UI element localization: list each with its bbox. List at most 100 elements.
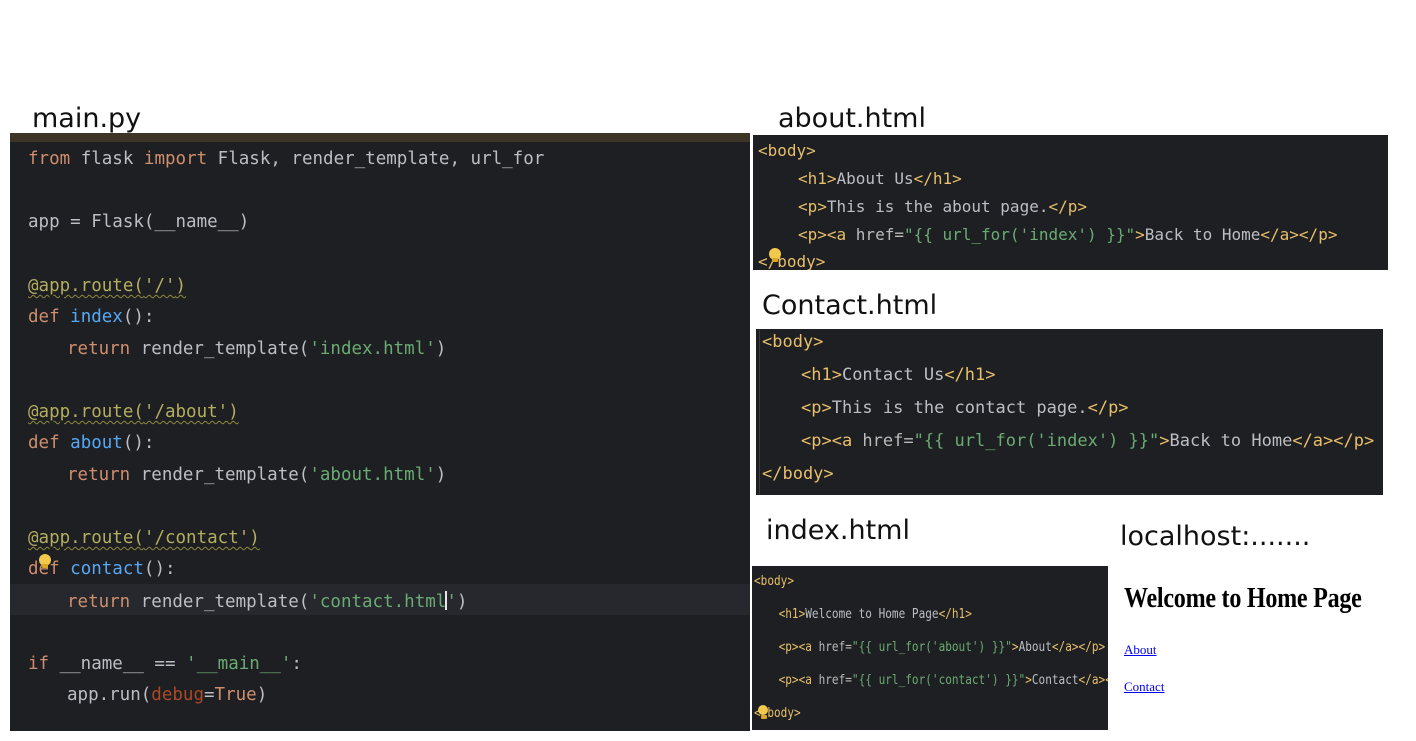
text: About [1018,639,1052,655]
tag: <p><a [801,431,863,451]
code-text: (): [143,559,176,579]
decorator: @app.route( [28,276,144,296]
decorator: @app.route( [28,402,144,422]
about-line-2: <h1>About Us</h1> [798,169,962,189]
gutter-line [759,329,760,495]
tag: </a></p> [1260,225,1338,244]
tag: </a></p> [1078,672,1108,688]
text: Back to Home [1144,225,1261,244]
code-text: render_template( [130,592,310,612]
tag: > [1025,672,1032,688]
string-literal: 'about.html' [309,465,436,485]
string-literal: '/about' [143,402,229,422]
main-py-editor[interactable]: from flask import Flask, render_template… [10,133,750,731]
about-line-3: <p>This is the about page.</p> [798,197,1087,217]
code-text: : [291,654,302,674]
contact-html-editor[interactable]: <body> <h1>Contact Us</h1> <p>This is th… [756,329,1383,495]
text: This is the contact page. [831,398,1088,418]
index-line-4: <p><a href="{{ url_for('contact') }}">Co… [779,671,1108,689]
code-text: ) [435,465,447,485]
tag: </a></p> [1051,639,1106,655]
code-text: app.run( [67,685,152,705]
tag: <p> [801,398,832,418]
tag: </h1> [913,169,962,188]
code-text: ) [456,592,468,612]
contact-line-5: </body> [762,463,834,485]
attribute-value: "{{ url_for('index') }}" [903,225,1136,244]
lightbulb-icon[interactable] [769,248,781,262]
tag: <h1> [778,606,806,622]
index-html-editor[interactable]: <body> <h1>Welcome to Home Page</h1> <p>… [752,566,1108,730]
string-literal: 'contact.html [309,592,447,612]
tag: </p> [1087,398,1129,418]
tag: <p> [798,197,827,216]
keyword-if: if [28,654,50,674]
code-line-13: @app.route('/contact') [28,528,260,548]
code-text: (): [122,307,155,327]
editor-top-border [10,133,750,142]
contact-html-caption: Contact.html [762,290,938,321]
attribute: href= [818,639,852,655]
tag: <h1> [801,365,842,385]
tag: <p><a [798,225,856,244]
tag: </a></p> [1292,431,1375,451]
attribute-value: "{{ url_for('about') }}" [851,639,1012,655]
keyword-return: return [67,592,131,612]
code-text: ) [256,685,268,705]
tag: </p> [1048,197,1087,216]
about-line-1: <body> [758,141,816,161]
keyword-import: import [143,149,208,169]
keyword-return: return [67,339,131,359]
contact-link[interactable]: Contact [1124,679,1164,695]
string-literal: '__main__' [186,654,292,674]
tag-body-open: <body> [758,141,816,160]
attribute: href= [862,431,914,451]
keyword-def: def [28,307,60,327]
lightbulb-icon[interactable] [758,705,768,719]
contact-line-4: <p><a href="{{ url_for('index') }}">Back… [801,430,1374,452]
tag: </h1> [944,365,996,385]
code-line-5: @app.route('/') [28,276,186,296]
contact-line-1: <body> [762,331,823,353]
decorator-close: ) [249,528,260,548]
code-line-6: def index(): [28,307,154,327]
string-literal: '/' [143,276,176,296]
attribute: href= [818,672,852,688]
string-literal: 'index.html' [309,339,436,359]
contact-line-3: <p>This is the contact page.</p> [801,397,1129,419]
code-text: __name__ == [49,654,187,674]
tag: > [1011,639,1019,655]
attribute-value: "{{ url_for('index') }}" [913,431,1160,451]
about-link[interactable]: About [1124,642,1157,658]
code-text: flask [70,149,144,169]
code-text: render_template( [130,465,310,485]
index-html-caption: index.html [766,515,910,546]
tag: </h1> [938,606,972,622]
contact-line-2: <h1>Contact Us</h1> [801,364,996,386]
index-line-2: <h1>Welcome to Home Page</h1> [779,605,972,623]
code-line-3: app = Flask(__name__) [28,212,249,232]
decorator: @app.route( [28,528,144,548]
keyword-return: return [67,465,131,485]
code-text: Flask, render_template, url_for [207,149,545,169]
browser-page: Welcome to Home Page About Contact [1118,575,1408,725]
tag: <p><a [778,639,819,655]
code-line-18: app.run(debug=True) [67,685,267,705]
string-literal: '/contact' [143,528,250,548]
code-line-11: return render_template('about.html') [67,465,446,485]
about-line-4: <p><a href="{{ url_for('index') }}">Back… [798,225,1337,245]
index-line-3: <p><a href="{{ url_for('about') }}">Abou… [779,638,1106,656]
about-html-editor[interactable]: <body> <h1>About Us</h1> <p>This is the … [753,135,1388,270]
code-line-7: return render_template('index.html') [67,339,446,359]
tag: <p><a [778,672,819,688]
code-line-15: return render_template('contact.html') [67,591,467,612]
tag: > [1135,225,1145,244]
param-name: debug [151,685,204,705]
attribute-value: "{{ url_for('contact') }}" [851,672,1026,688]
text: About Us [836,169,914,188]
function-name: contact [70,559,144,579]
string-quote: ' [446,592,457,612]
lightbulb-icon[interactable] [39,554,51,568]
